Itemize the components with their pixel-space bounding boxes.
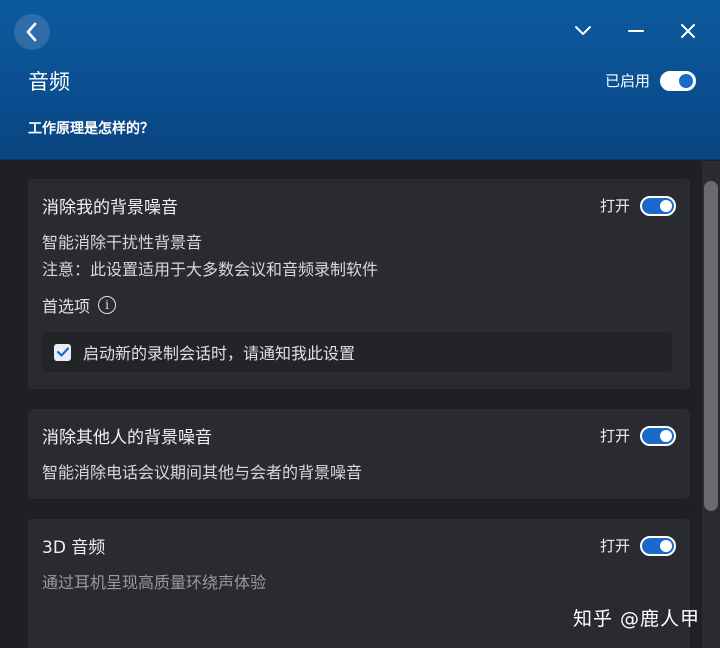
page-title: 音频 bbox=[28, 70, 70, 94]
minimize-icon bbox=[628, 30, 644, 32]
card-noise-cancel-mine: 消除我的背景噪音 打开 智能消除干扰性背景音 注意：此设置适用于大多数会议和音频… bbox=[28, 179, 690, 389]
card-description: 通过耳机呈现高质量环绕声体验 bbox=[42, 573, 267, 592]
toggle-label: 打开 bbox=[599, 427, 630, 445]
card-note: 注意：此设置适用于大多数会议和音频录制软件 bbox=[42, 260, 379, 279]
preferences-label: 首选项 bbox=[42, 297, 91, 316]
notify-setting-row[interactable]: 启动新的录制会话时，请通知我此设置 bbox=[42, 332, 672, 372]
checkmark-icon bbox=[56, 347, 69, 357]
header: 音频 已启用 工作原理是怎样的？ bbox=[0, 0, 720, 160]
settings-content: 消除我的背景噪音 打开 智能消除干扰性背景音 注意：此设置适用于大多数会议和音频… bbox=[0, 161, 720, 648]
audio-enabled-toggle[interactable] bbox=[660, 70, 696, 91]
enabled-control: 已启用 bbox=[605, 70, 696, 91]
how-it-works-link[interactable]: 工作原理是怎样的？ bbox=[28, 118, 154, 138]
card-title: 消除我的背景噪音 bbox=[42, 198, 178, 218]
enabled-label: 已启用 bbox=[604, 72, 650, 90]
card-description: 智能消除电话会议期间其他与会者的背景噪音 bbox=[42, 463, 363, 482]
toggle-knob bbox=[660, 199, 672, 212]
3d-audio-toggle[interactable] bbox=[640, 535, 676, 556]
card-description: 智能消除干扰性背景音 bbox=[42, 233, 203, 252]
toggle-knob bbox=[679, 73, 693, 88]
close-button[interactable] bbox=[673, 16, 703, 46]
notify-label: 启动新的录制会话时，请通知我此设置 bbox=[83, 344, 356, 363]
toggle-label: 打开 bbox=[599, 537, 630, 555]
info-icon[interactable]: i bbox=[98, 296, 117, 314]
preferences-heading: 首选项 i bbox=[42, 293, 117, 317]
scrollbar-track[interactable] bbox=[702, 161, 720, 648]
card-noise-cancel-others: 消除其他人的背景噪音 打开 智能消除电话会议期间其他与会者的背景噪音 bbox=[28, 409, 690, 499]
card-title: 3D 音频 bbox=[42, 538, 106, 558]
back-button[interactable] bbox=[14, 14, 50, 50]
card-toggle-group: 打开 bbox=[600, 425, 676, 446]
notify-checkbox[interactable] bbox=[54, 343, 71, 361]
card-toggle-group: 打开 bbox=[600, 195, 676, 216]
chevron-down-icon bbox=[575, 26, 591, 35]
toggle-knob bbox=[660, 539, 672, 552]
collapse-button[interactable] bbox=[568, 16, 598, 46]
noise-cancel-others-toggle[interactable] bbox=[640, 425, 676, 446]
chevron-left-icon bbox=[26, 22, 37, 42]
close-icon bbox=[681, 24, 695, 38]
minimize-button[interactable] bbox=[621, 16, 651, 46]
card-title: 消除其他人的背景噪音 bbox=[42, 428, 212, 448]
watermark: 知乎 @鹿人甲 bbox=[572, 608, 700, 630]
noise-cancel-mine-toggle[interactable] bbox=[640, 195, 676, 216]
toggle-label: 打开 bbox=[599, 197, 630, 215]
card-toggle-group: 打开 bbox=[600, 535, 676, 556]
scrollbar-thumb[interactable] bbox=[704, 181, 718, 511]
toggle-knob bbox=[660, 429, 672, 442]
